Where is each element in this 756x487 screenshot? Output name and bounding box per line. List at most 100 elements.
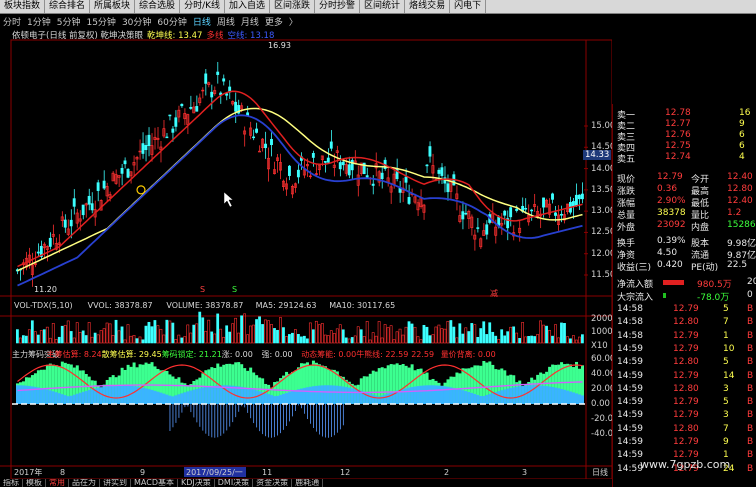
volume-bar	[479, 328, 483, 344]
ind-bar-blue	[341, 386, 345, 404]
ind-bar-blue	[497, 391, 501, 404]
ask-volume: 6	[739, 141, 745, 151]
volume-bar	[246, 334, 249, 344]
ind-bar-blue	[338, 386, 342, 404]
bottom-tab-4[interactable]: 讲实到	[100, 479, 131, 487]
sell-marker-1: S	[200, 285, 205, 294]
trade-volume: 7	[723, 423, 729, 434]
bottom-tab-9[interactable]: 鹿耗通	[292, 479, 324, 487]
bottom-tab-5[interactable]: MACD基本	[131, 479, 178, 487]
bottom-tab-3[interactable]: 品在为	[69, 479, 100, 487]
netflow-bar	[663, 293, 666, 298]
volume-bar	[36, 334, 40, 344]
candle-body	[222, 78, 226, 82]
ind-bar-blue	[16, 385, 19, 404]
bottom-tab-8[interactable]: 资金决策	[253, 479, 293, 487]
volume-bar	[66, 320, 70, 344]
volume-bar	[458, 323, 462, 344]
bottom-tab-0[interactable]: 指标	[0, 479, 23, 487]
volume-bar	[183, 336, 187, 344]
trade-time: 14:59	[617, 383, 643, 394]
ind-bar-blue	[243, 387, 247, 404]
ind-bar-blue	[141, 387, 145, 404]
netflow-value: -78.0万	[697, 293, 730, 303]
volume-bar	[323, 334, 327, 344]
ind-bar-blue	[545, 386, 549, 404]
candle-body	[503, 210, 507, 216]
ind-bar-blue	[350, 388, 354, 404]
volume-bar	[422, 324, 426, 344]
vol-info-0: VOL-TDX(5,10)	[14, 301, 73, 310]
volume-bar	[497, 338, 501, 344]
ind-bar-blue	[353, 389, 357, 404]
volume-bar	[48, 337, 52, 344]
volume-bar	[141, 339, 145, 344]
ind-bar-blue	[512, 387, 516, 404]
candle-body	[270, 138, 273, 146]
volume-bar	[291, 332, 294, 344]
ind-bar-blue	[27, 385, 31, 404]
bottom-tab-2[interactable]: 常用	[46, 479, 69, 487]
volume-bar	[93, 332, 97, 344]
volume-bar	[99, 330, 103, 344]
ind-bar-blue	[174, 395, 178, 404]
ind-bar-blue	[440, 385, 444, 404]
ind-bar-blue	[335, 385, 339, 404]
ind-bar-blue	[282, 393, 286, 404]
candle-body	[338, 162, 342, 170]
trade-time: 14:59	[617, 397, 643, 408]
stat-row: 换手 0.39% 股本 9.98亿	[613, 236, 756, 249]
volume-bar	[503, 335, 507, 344]
volume-bar	[434, 326, 438, 344]
volume-bar	[87, 322, 91, 344]
netflow-value: 980.5万	[697, 280, 732, 290]
volume-bar	[231, 323, 235, 344]
candle-body	[515, 208, 519, 211]
volume-bar	[377, 321, 381, 344]
volume-bar	[302, 335, 306, 344]
volume-bar	[488, 322, 492, 344]
ind-bar-blue	[536, 385, 540, 404]
ask-price: 12.75	[665, 141, 691, 151]
candle-body	[329, 141, 333, 149]
volume-bar	[204, 330, 208, 344]
bottom-tab-7[interactable]: DMI决策	[215, 479, 254, 487]
volume-bar	[168, 320, 172, 344]
volume-bar	[78, 332, 82, 344]
trade-price: 12.79	[673, 397, 699, 408]
netflow-bar	[663, 280, 684, 285]
volume-bar	[294, 329, 297, 344]
trade-price: 12.79	[673, 330, 699, 341]
candle-body	[246, 112, 250, 116]
stat-label-1: 净资	[617, 250, 636, 261]
volume-bar	[395, 331, 399, 344]
volume-bar	[560, 322, 563, 344]
netflow-extra: 20	[747, 277, 756, 287]
stat-value-1: 23092	[657, 220, 686, 231]
trade-time: 14:58	[617, 304, 643, 314]
candle-body	[571, 201, 575, 207]
candle-body	[464, 212, 468, 215]
ind-bar-blue	[45, 389, 49, 404]
stat-row: 涨跌 0.36 最高 12.80	[613, 184, 756, 197]
ind-bar-blue	[461, 390, 465, 404]
trade-flag: B	[747, 330, 754, 341]
volume-bar	[476, 337, 480, 344]
candle-body	[255, 128, 258, 133]
kline-chart-canvas[interactable]: 16.93 11.20 S S 减 VOL-TDX(5,10) VVOL: 38378.87…	[0, 0, 612, 479]
bottom-tab-1[interactable]: 模板	[23, 479, 46, 487]
volume-bar	[171, 322, 175, 344]
bottom-tab-6[interactable]: KDJ决策	[178, 479, 215, 487]
ind-bar-blue	[201, 387, 205, 404]
volume-bar	[60, 325, 64, 344]
volume-bar	[219, 328, 223, 344]
candle-body	[287, 165, 291, 176]
candle-body	[509, 207, 513, 218]
candle-body	[264, 143, 267, 149]
volume-bar	[108, 323, 112, 344]
trade-price: 12.79	[673, 370, 699, 381]
date-axis-label-3: 2017/09/25/一	[186, 468, 243, 477]
volume-bar	[255, 319, 258, 344]
volume-bar	[521, 322, 525, 344]
volume-bar	[518, 338, 522, 344]
